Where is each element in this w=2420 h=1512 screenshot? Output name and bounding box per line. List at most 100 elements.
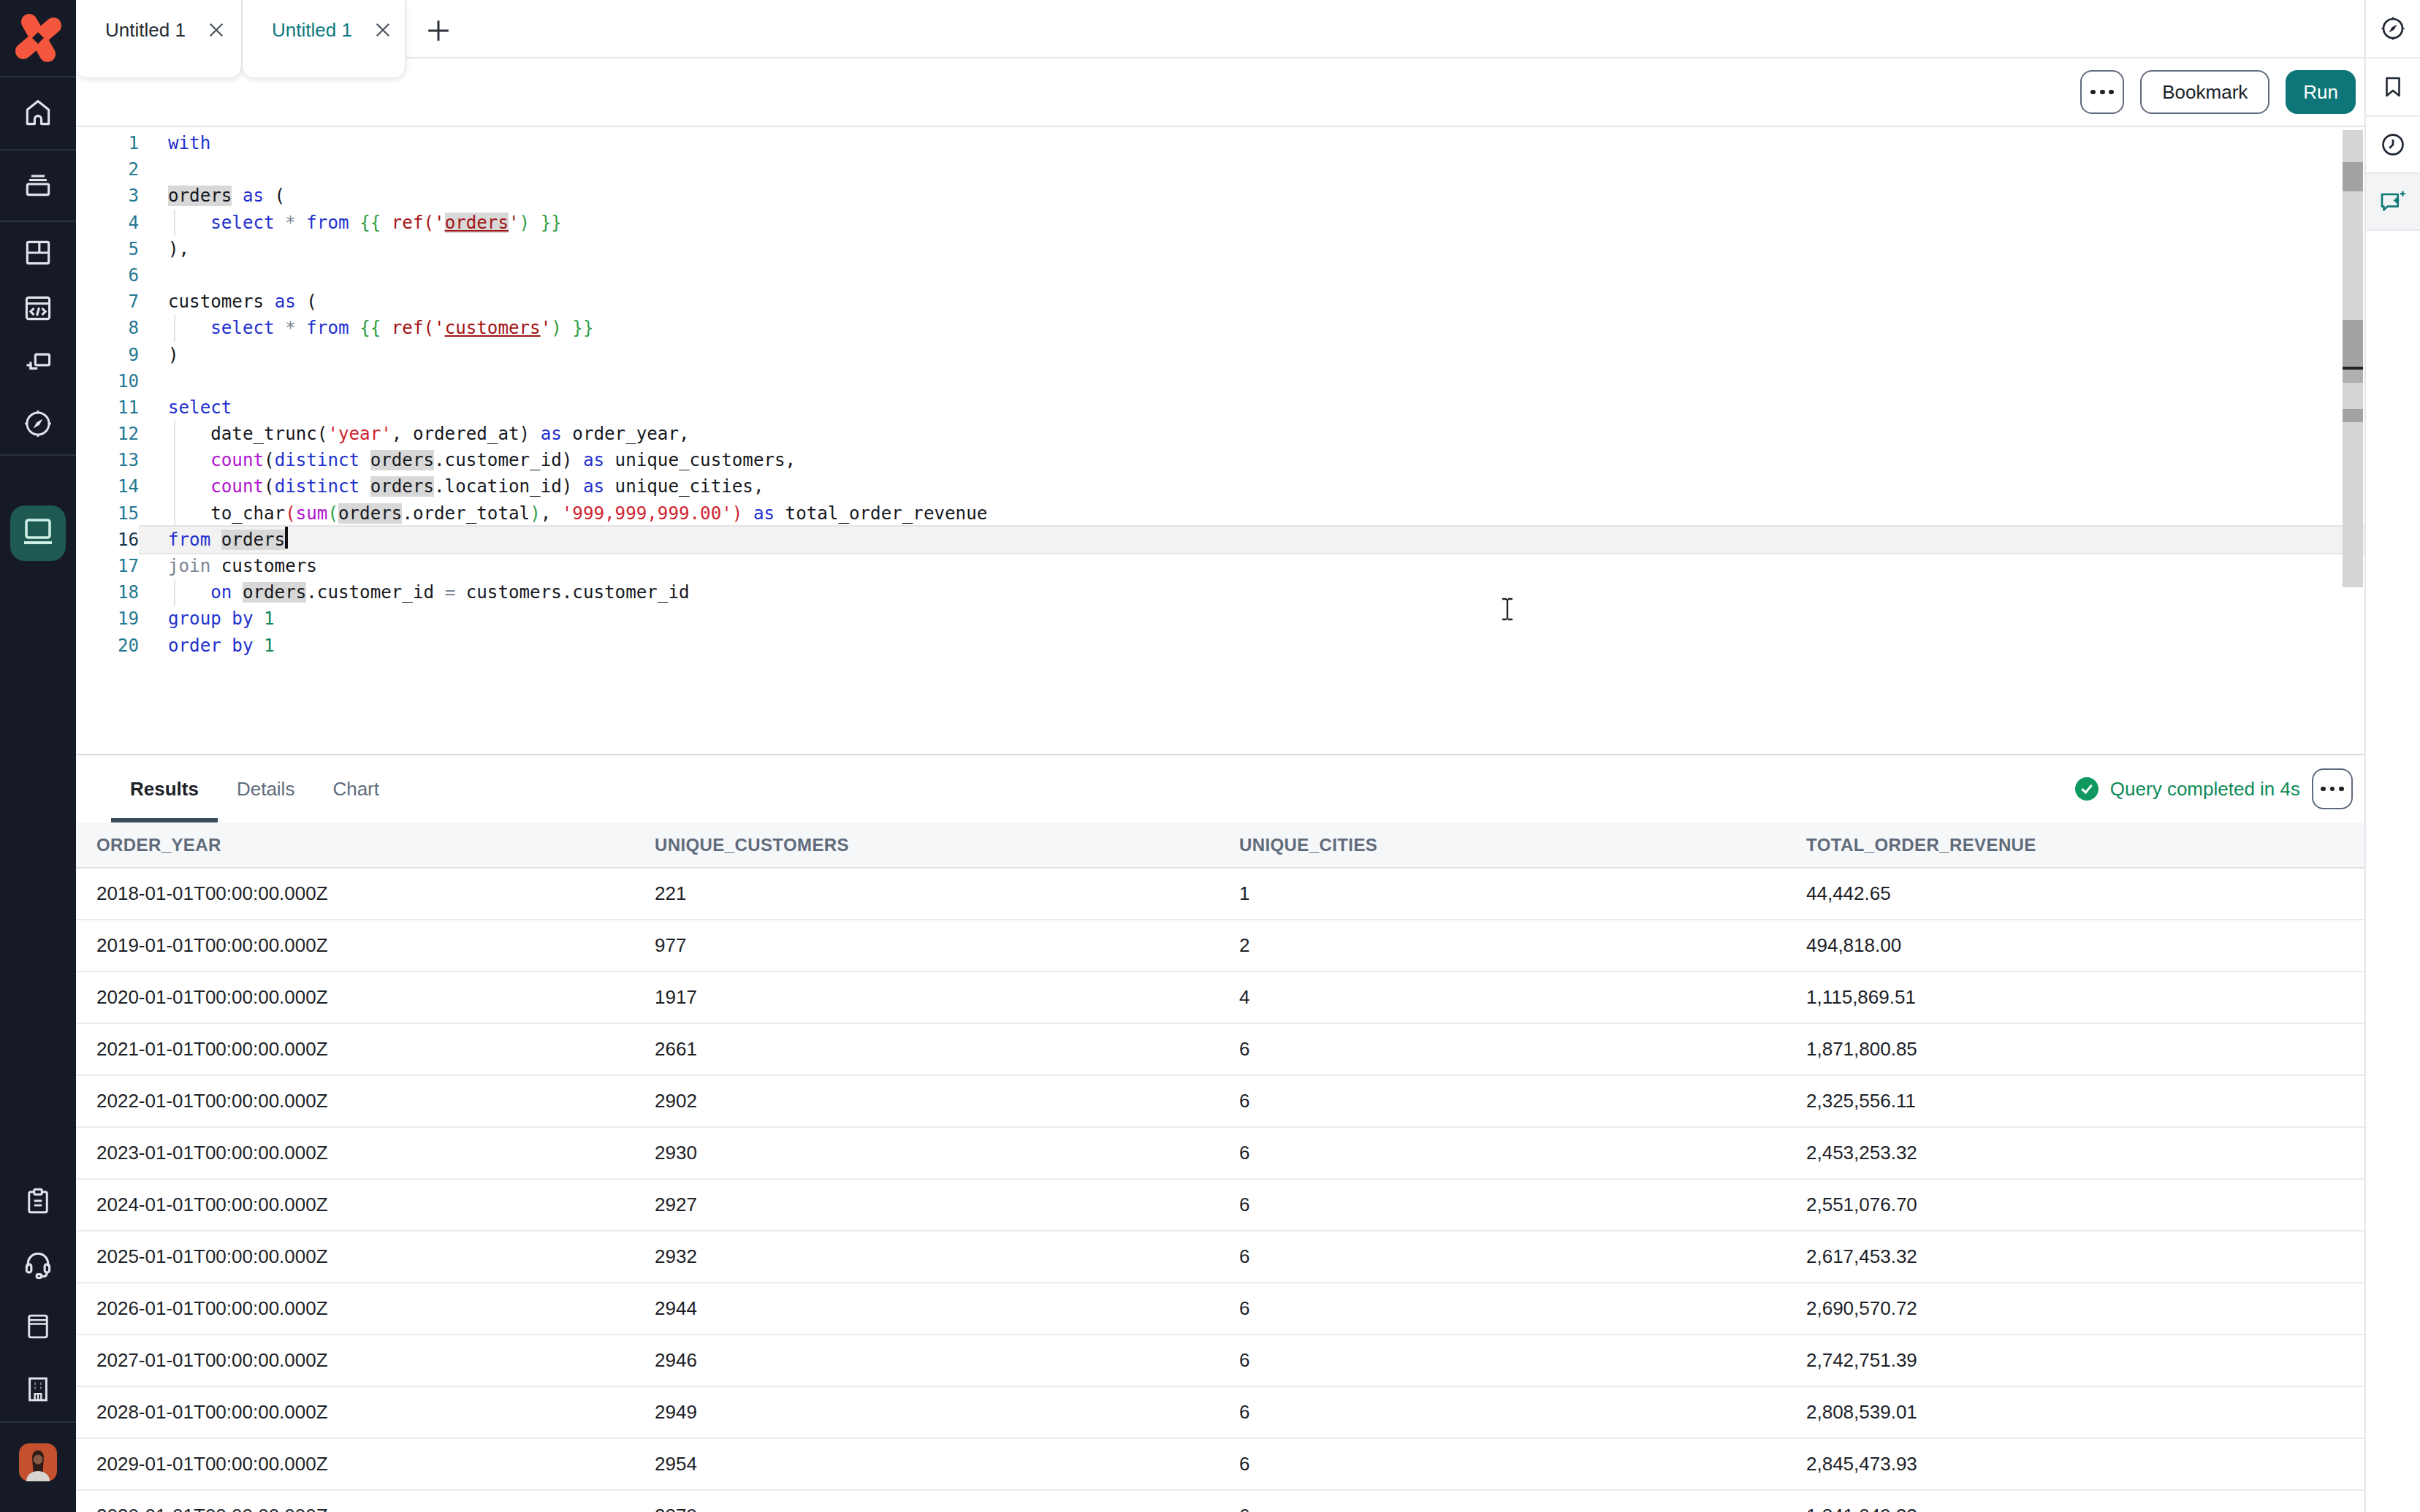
rail-item-ai-chat[interactable]	[2366, 174, 2420, 231]
table-row[interactable]: 2020-01-01T00:00:00.000Z191741,115,869.5…	[76, 971, 2364, 1023]
sidebar-item-compass[interactable]	[0, 406, 76, 441]
code-line-13[interactable]: 13 count(distinct orders.customer_id) as…	[76, 447, 2364, 473]
code-line-16[interactable]: 16from orders	[76, 527, 2364, 553]
run-button[interactable]: Run	[2286, 70, 2356, 114]
table-cell: 2932	[655, 1231, 1239, 1283]
code-text: join customers	[139, 553, 2364, 579]
table-cell: 2949	[655, 1386, 1239, 1438]
column-header[interactable]: UNIQUE_CUSTOMERS	[655, 822, 1239, 868]
sidebar-item-apps[interactable]	[0, 235, 76, 270]
code-text: )	[139, 342, 2364, 368]
table-cell: 2661	[655, 1023, 1239, 1075]
rail-item-history[interactable]	[2366, 117, 2420, 174]
code-line-9[interactable]: 9)	[76, 342, 2364, 368]
table-row[interactable]: 2022-01-01T00:00:00.000Z290262,325,556.1…	[76, 1075, 2364, 1127]
new-tab-button[interactable]	[422, 15, 454, 47]
sidebar-divider	[0, 76, 76, 77]
editor-scrollbar[interactable]	[2343, 130, 2363, 587]
code-line-2[interactable]: 2	[76, 156, 2364, 183]
line-number: 12	[76, 421, 139, 447]
notebook-icon	[23, 1311, 53, 1342]
table-cell: 2954	[655, 1438, 1239, 1490]
table-row[interactable]: 2030-01-01T00:00:00.000Z287961,841,049.3…	[76, 1490, 2364, 1512]
sidebar-item-docs[interactable]	[0, 1309, 76, 1344]
table-cell: 2944	[655, 1283, 1239, 1335]
sidebar-item-code-editor[interactable]	[0, 291, 76, 326]
table-row[interactable]: 2025-01-01T00:00:00.000Z293262,617,453.3…	[76, 1231, 2364, 1283]
close-tab-icon[interactable]	[365, 12, 400, 47]
sidebar-item-windows[interactable]	[0, 346, 76, 381]
building-icon	[23, 1374, 53, 1405]
rail-item-compass[interactable]	[2366, 0, 2420, 58]
code-line-19[interactable]: 19group by 1	[76, 606, 2364, 632]
table-cell: 2029-01-01T00:00:00.000Z	[76, 1438, 655, 1490]
table-cell: 2028-01-01T00:00:00.000Z	[76, 1386, 655, 1438]
table-row[interactable]: 2027-01-01T00:00:00.000Z294662,742,751.3…	[76, 1335, 2364, 1386]
sql-editor[interactable]: 1with23orders as (4 select * from {{ ref…	[76, 127, 2364, 754]
more-options-button[interactable]	[2080, 70, 2124, 114]
table-row[interactable]: 2026-01-01T00:00:00.000Z294462,690,570.7…	[76, 1283, 2364, 1335]
ellipsis-icon	[2321, 787, 2344, 792]
code-line-6[interactable]: 6	[76, 262, 2364, 289]
results-panel: Results Details Chart Query completed in…	[76, 754, 2364, 1511]
code-line-1[interactable]: 1with	[76, 130, 2364, 156]
table-row[interactable]: 2019-01-01T00:00:00.000Z9772494,818.00	[76, 920, 2364, 971]
code-line-15[interactable]: 15 to_char(sum(orders.order_total), '999…	[76, 500, 2364, 527]
bookmark-icon	[2381, 75, 2405, 99]
code-line-17[interactable]: 17join customers	[76, 553, 2364, 579]
app-sidebar	[0, 0, 76, 1512]
code-text: on orders.customer_id = customers.custom…	[139, 579, 2364, 606]
tab-label: Chart	[332, 778, 379, 801]
table-row[interactable]: 2029-01-01T00:00:00.000Z295462,845,473.9…	[76, 1438, 2364, 1490]
table-cell: 2879	[655, 1490, 1239, 1512]
sidebar-item-editor-active[interactable]	[10, 505, 66, 561]
table-row[interactable]: 2024-01-01T00:00:00.000Z292762,551,076.7…	[76, 1179, 2364, 1231]
table-cell: 2019-01-01T00:00:00.000Z	[76, 920, 655, 971]
tab-chart[interactable]: Chart	[313, 755, 398, 822]
sidebar-item-support[interactable]	[0, 1246, 76, 1281]
main-area: Untitled 1 Untitled 1 Bookmark Run 1with…	[76, 0, 2364, 1512]
table-row[interactable]: 2018-01-01T00:00:00.000Z221144,442.65	[76, 868, 2364, 920]
bookmark-button[interactable]: Bookmark	[2140, 70, 2269, 114]
table-cell: 1,115,869.51	[1806, 971, 2364, 1023]
code-line-4[interactable]: 4 select * from {{ ref('orders') }}	[76, 210, 2364, 236]
code-line-3[interactable]: 3orders as (	[76, 183, 2364, 209]
table-cell: 1,841,049.32	[1806, 1490, 2364, 1512]
tab-untitled-1[interactable]: Untitled 1	[76, 0, 243, 77]
column-header[interactable]: TOTAL_ORDER_REVENUE	[1806, 822, 2364, 868]
close-tab-icon[interactable]	[199, 12, 234, 47]
line-number: 5	[76, 236, 139, 262]
code-line-11[interactable]: 11select	[76, 394, 2364, 421]
table-cell: 1	[1239, 868, 1806, 920]
sidebar-item-home[interactable]	[0, 95, 76, 130]
code-line-14[interactable]: 14 count(distinct orders.location_id) as…	[76, 473, 2364, 500]
code-line-20[interactable]: 20order by 1	[76, 633, 2364, 659]
rail-item-bookmark[interactable]	[2366, 58, 2420, 117]
sidebar-item-clipboard[interactable]	[0, 1183, 76, 1218]
tab-untitled-2[interactable]: Untitled 1	[243, 0, 406, 77]
table-row[interactable]: 2021-01-01T00:00:00.000Z266161,871,800.8…	[76, 1023, 2364, 1075]
table-row[interactable]: 2023-01-01T00:00:00.000Z293062,453,253.3…	[76, 1127, 2364, 1179]
column-header[interactable]: UNIQUE_CITIES	[1239, 822, 1806, 868]
code-line-5[interactable]: 5),	[76, 236, 2364, 262]
bookmark-label: Bookmark	[2162, 81, 2248, 104]
sidebar-item-storage[interactable]	[0, 167, 76, 202]
column-header[interactable]: ORDER_YEAR	[76, 822, 655, 868]
code-line-12[interactable]: 12 date_trunc('year', ordered_at) as ord…	[76, 421, 2364, 447]
sidebar-item-organization[interactable]	[0, 1372, 76, 1407]
code-line-8[interactable]: 8 select * from {{ ref('customers') }}	[76, 315, 2364, 341]
code-line-10[interactable]: 10	[76, 368, 2364, 394]
code-line-18[interactable]: 18 on orders.customer_id = customers.cus…	[76, 579, 2364, 606]
paradime-logo[interactable]	[0, 12, 76, 64]
table-cell: 6	[1239, 1023, 1806, 1075]
code-text	[139, 156, 2364, 183]
tab-results[interactable]: Results	[111, 755, 218, 822]
table-cell: 2902	[655, 1075, 1239, 1127]
tab-details[interactable]: Details	[218, 755, 313, 822]
table-row[interactable]: 2028-01-01T00:00:00.000Z294962,808,539.0…	[76, 1386, 2364, 1438]
code-line-7[interactable]: 7customers as (	[76, 289, 2364, 315]
user-avatar[interactable]	[0, 1443, 76, 1481]
code-text	[139, 262, 2364, 289]
tab-label: Untitled 1	[105, 19, 186, 42]
results-more-button[interactable]	[2312, 768, 2353, 809]
